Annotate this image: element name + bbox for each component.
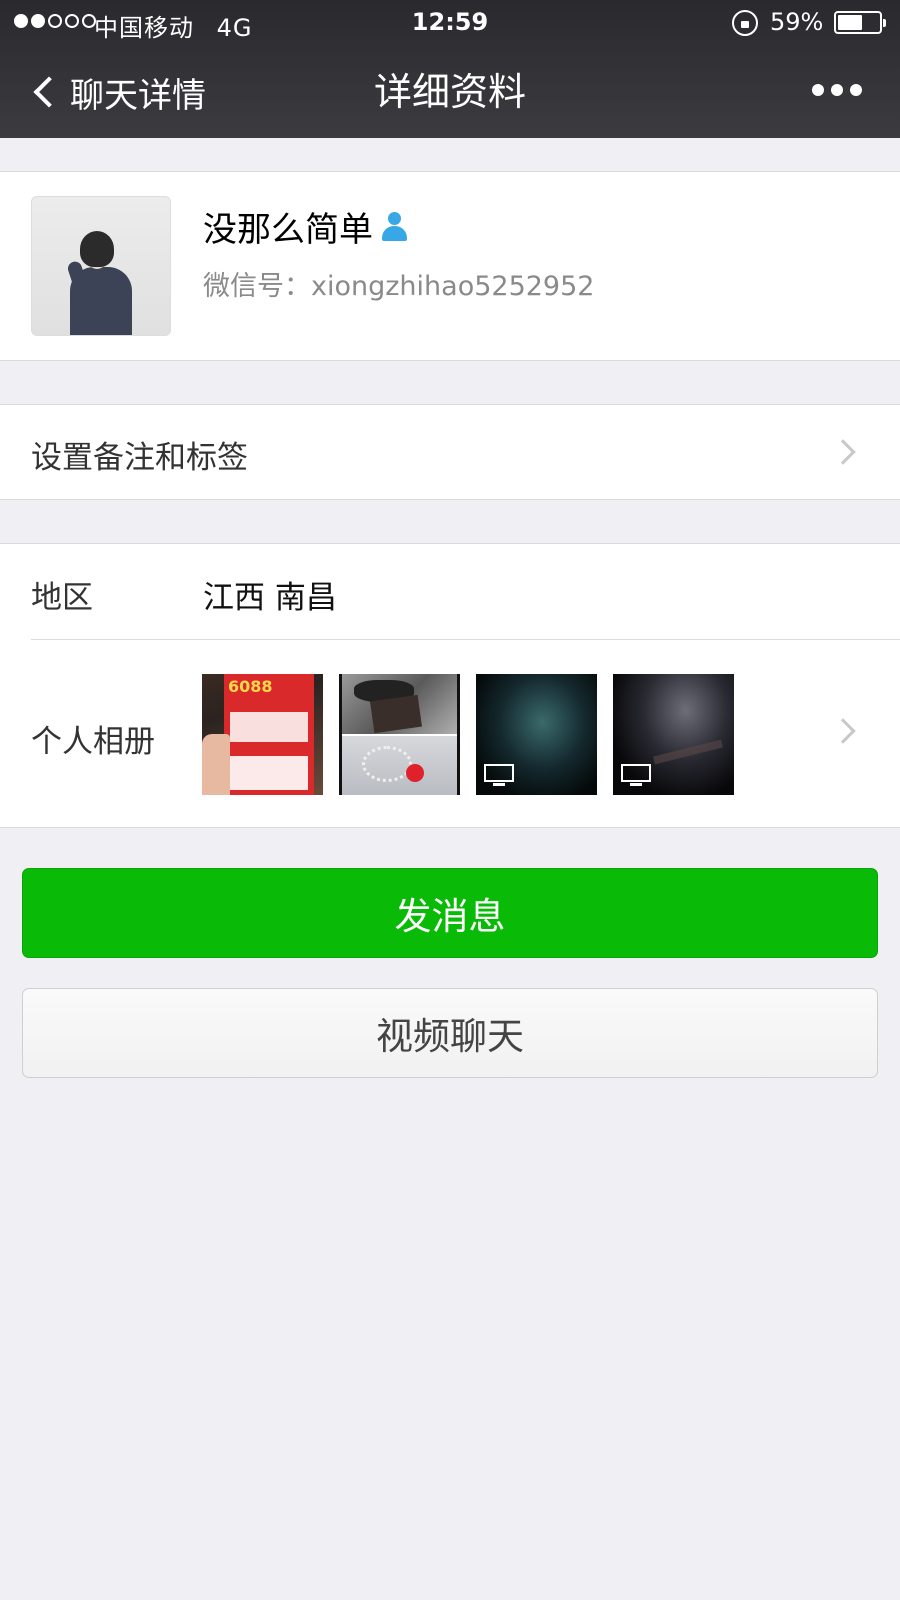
header: 中国移动 4G 12:59 59% 详细资料 聊天详情 xyxy=(0,0,900,138)
divider xyxy=(31,639,900,640)
region-label: 地区 xyxy=(31,580,93,616)
album-thumb-3[interactable] xyxy=(476,674,597,795)
battery-percent: 59% xyxy=(770,8,824,36)
remark-tag-row[interactable]: 设置备注和标签 xyxy=(0,404,900,500)
nav-bar: 详细资料 聊天详情 xyxy=(0,46,900,138)
video-chat-button[interactable]: 视频聊天 xyxy=(22,988,878,1078)
back-chevron-icon xyxy=(33,76,65,108)
avatar[interactable] xyxy=(31,196,171,336)
video-tv-icon xyxy=(621,764,651,786)
album-thumbnails[interactable]: 6088 xyxy=(202,674,734,795)
chevron-right-icon xyxy=(830,718,856,744)
more-icon[interactable] xyxy=(812,84,862,96)
album-label: 个人相册 xyxy=(31,724,155,760)
remark-tag-label: 设置备注和标签 xyxy=(31,440,248,476)
profile-name: 没那么简单 xyxy=(203,202,409,251)
album-thumb-1-text: 6088 xyxy=(228,677,273,696)
back-label: 聊天详情 xyxy=(70,75,206,116)
video-tv-icon xyxy=(484,764,514,786)
battery-icon xyxy=(834,11,886,34)
chevron-right-icon xyxy=(830,439,856,465)
send-message-button[interactable]: 发消息 xyxy=(22,868,878,958)
album-thumb-2[interactable] xyxy=(339,674,460,795)
info-card: 地区 江西 南昌 个人相册 6088 xyxy=(0,543,900,828)
region-value: 江西 南昌 xyxy=(203,580,337,616)
person-verified-icon xyxy=(379,211,409,242)
wechat-id: 微信号：xiongzhihao5252952 xyxy=(203,271,595,302)
profile-name-text: 没那么简单 xyxy=(203,210,373,250)
status-time: 12:59 xyxy=(411,8,489,36)
status-bar: 中国移动 4G 12:59 59% xyxy=(0,0,900,46)
album-thumb-1[interactable]: 6088 xyxy=(202,674,323,795)
lock-rotation-icon xyxy=(732,10,758,36)
back-button[interactable]: 聊天详情 xyxy=(28,46,206,138)
profile-card: 没那么简单 微信号：xiongzhihao5252952 xyxy=(0,171,900,361)
album-thumb-4[interactable] xyxy=(613,674,734,795)
